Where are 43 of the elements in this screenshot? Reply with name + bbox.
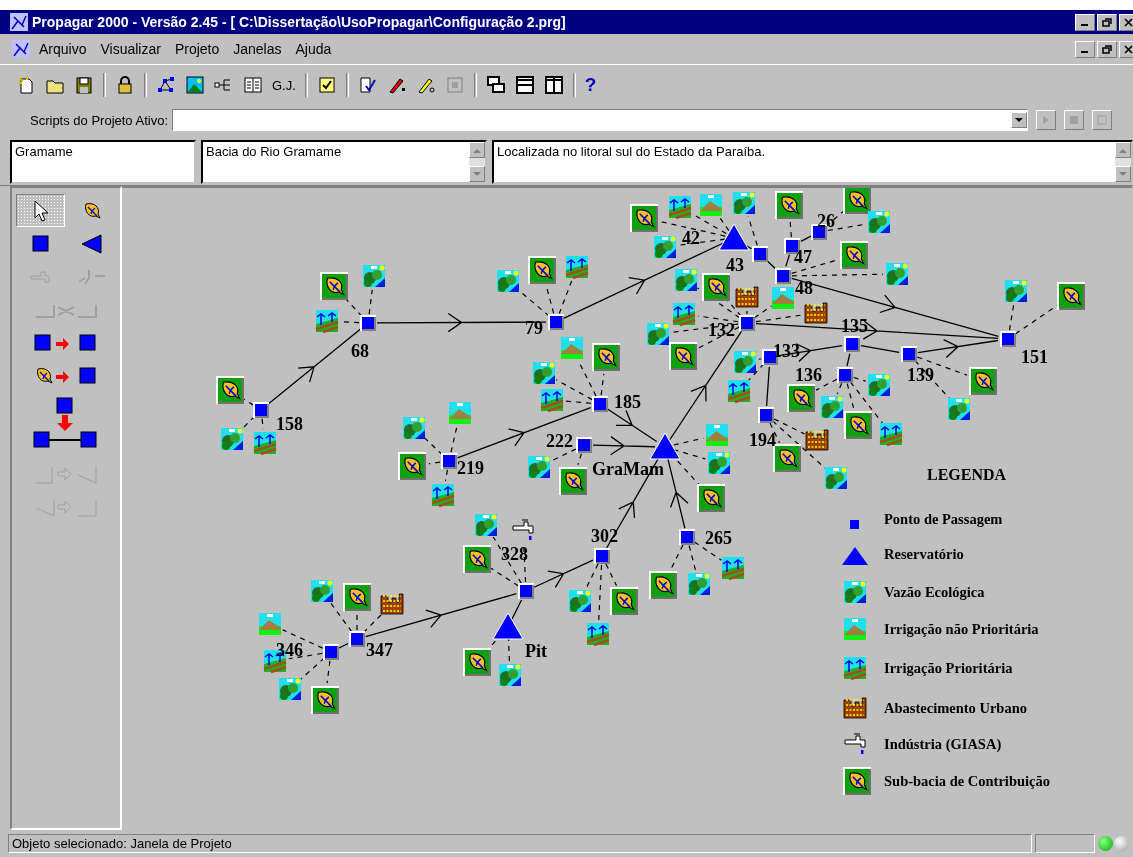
legend-label: Reservatório <box>884 546 964 562</box>
status-text: Objeto selecionado: Janela de Projeto <box>8 833 1032 853</box>
node-label: 42 <box>682 228 700 248</box>
node-label: 222 <box>546 431 573 451</box>
node-label: 43 <box>726 255 744 275</box>
node-label: 139 <box>907 365 934 385</box>
node-label: 132 <box>708 320 735 340</box>
scripts-label: Scripts do Projeto Ativo: <box>30 112 168 128</box>
node-label: 136 <box>795 365 822 385</box>
node-label: 347 <box>366 640 393 660</box>
node-label: 158 <box>276 414 303 434</box>
node-label: 194 <box>749 430 776 450</box>
legend-label: Abastecimento Urbano <box>884 700 1027 716</box>
menu-item[interactable]: Visualizar <box>95 41 166 57</box>
legend-label: Irrigação não Prioritária <box>884 621 1039 637</box>
node-label: 151 <box>1021 347 1048 367</box>
menu-item[interactable]: Janelas <box>228 41 287 57</box>
node-label: Pit <box>525 641 547 661</box>
legend-label: Indústria (GIASA) <box>884 736 1002 752</box>
node-label: 328 <box>501 544 528 564</box>
window-title: Propagar 2000 - Versão 2.45 - [ C:\Dissertação\UsoPropagar\Configuração 2.prg] <box>32 14 567 30</box>
legend-label: Irrigação Prioritária <box>884 660 1013 676</box>
node-label: 79 <box>525 318 543 338</box>
toolbar-button[interactable]: G.J. <box>272 77 296 93</box>
node-label: 26 <box>817 211 835 231</box>
project-title-field[interactable]: Bacia do Rio Gramame <box>201 140 487 184</box>
project-description-field[interactable]: Localizada no litoral sul do Estado da Paraíba. <box>492 140 1133 184</box>
menu-item[interactable]: Arquivo <box>34 41 92 57</box>
legend-title: LEGENDA <box>927 466 1007 483</box>
node-label: 346 <box>276 640 303 660</box>
legend-label: Sub-bacia de Contribuição <box>884 773 1050 789</box>
help-button[interactable]: ? <box>584 74 597 96</box>
project-name-field[interactable]: Gramame <box>10 140 196 184</box>
legend-label: Vazão Ecológica <box>884 584 985 600</box>
legend-label: Ponto de Passagem <box>884 511 1003 527</box>
node-label: 48 <box>795 278 813 298</box>
node-label: 219 <box>457 458 484 478</box>
menu-item[interactable]: Ajuda <box>290 41 337 57</box>
node-label: 185 <box>614 392 641 412</box>
menu-item[interactable]: Projeto <box>169 41 225 57</box>
node-label: 47 <box>794 247 812 267</box>
node-label: 265 <box>705 528 732 548</box>
node-label: 68 <box>351 341 369 361</box>
